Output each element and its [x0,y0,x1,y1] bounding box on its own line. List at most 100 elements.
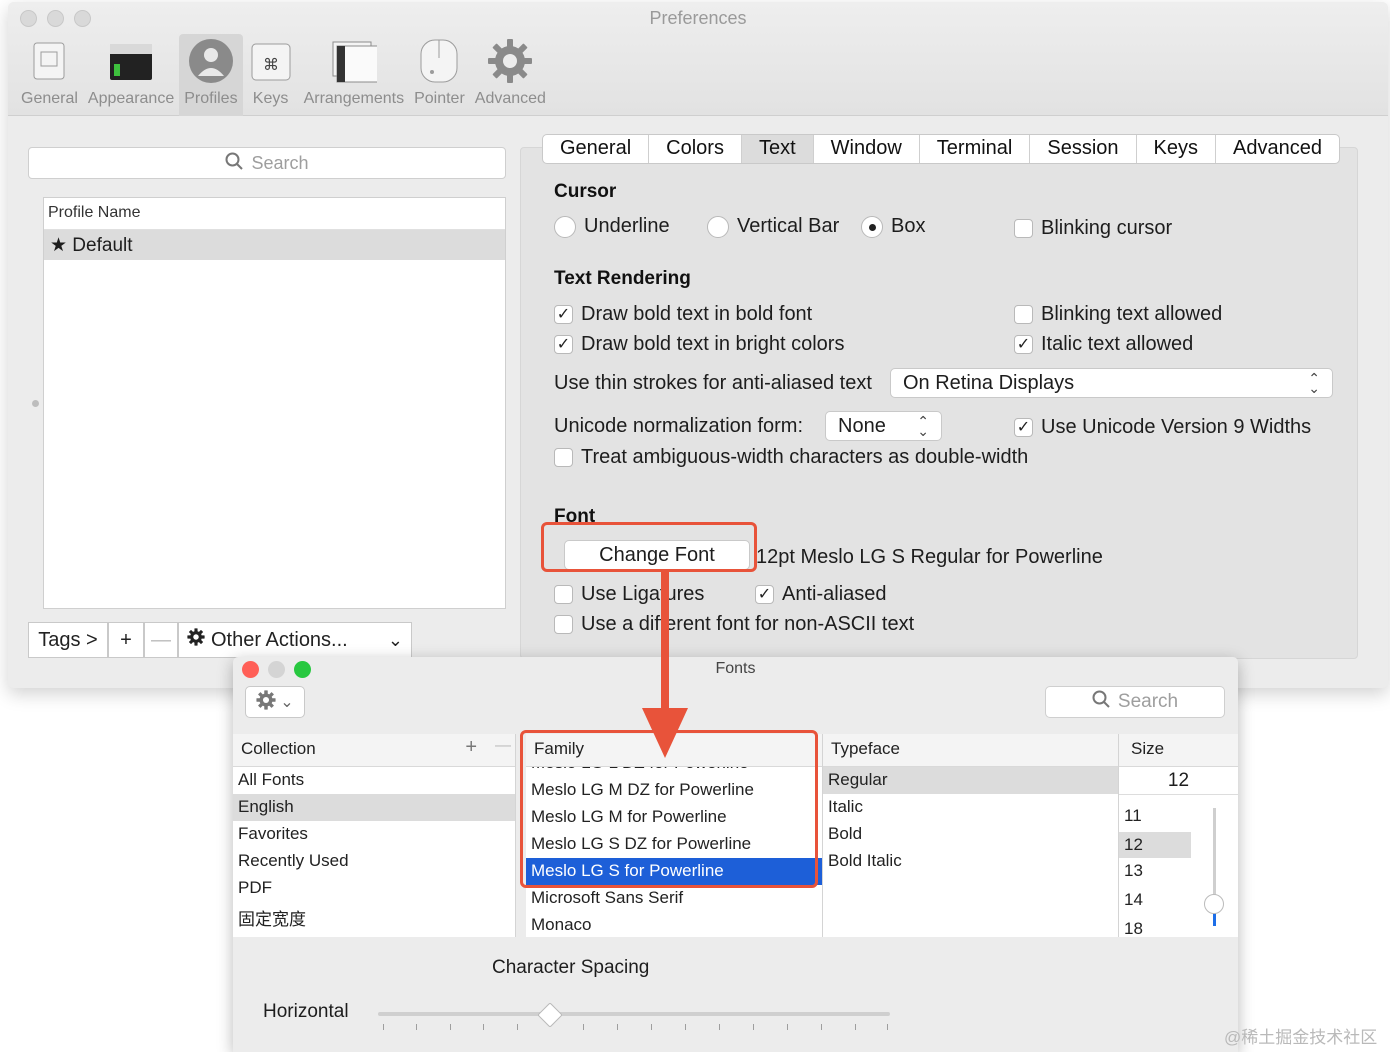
collection-item[interactable]: Recently Used [233,848,515,875]
slider-tick [753,1024,754,1030]
non-ascii-font-checkbox[interactable]: Use a different font for non-ASCII text [554,613,914,636]
unicode-v9-checkbox[interactable]: ✓ Use Unicode Version 9 Widths [1014,416,1311,439]
slider-tick [383,1024,384,1030]
size-slider-thumb[interactable] [1204,894,1224,914]
profile-name-header[interactable]: Profile Name [44,198,505,230]
tab-window[interactable]: Window [814,135,920,163]
italic-text-checkbox[interactable]: ✓ Italic text allowed [1014,333,1193,356]
collection-item[interactable]: PDF [233,875,515,902]
collection-item[interactable]: Favorites [233,821,515,848]
draw-bold-bright-checkbox[interactable]: ✓ Draw bold text in bright colors [554,333,844,356]
tab-general[interactable]: General [543,135,650,163]
size-item-selected[interactable]: 12 [1119,832,1191,858]
arrangements-icon [331,38,380,84]
radio-label: Underline [584,215,670,237]
checkbox [554,585,573,604]
toolbar-keys[interactable]: ⌘ Keys [243,34,299,116]
other-actions-menu[interactable]: Other Actions... ⌄ [178,622,412,658]
typeface-column: Typeface Regular Italic Bold Bold Italic [823,734,1119,937]
toolbar-advanced[interactable]: Advanced [470,34,551,116]
profile-row-default[interactable]: ★ Default [44,230,505,260]
profile-search-input[interactable]: Search [28,147,506,179]
size-item[interactable]: 13 [1119,858,1238,887]
cursor-underline-radio[interactable]: Underline [554,215,670,238]
updown-chevron-icon: ⌃ ⌄ [1308,370,1320,396]
toolbar-label: Arrangements [303,90,405,107]
preferences-titlebar: Preferences General Appearance Profiles [8,2,1388,116]
radio-label: Box [891,215,926,237]
collection-item-selected[interactable]: English [233,794,515,821]
collection-item[interactable]: 现代 [233,929,515,937]
toolbar-label: Profiles [184,90,238,107]
toolbar-pointer[interactable]: Pointer [409,34,470,116]
horizontal-spacing-slider[interactable] [378,1012,890,1016]
slider-tick [483,1024,484,1030]
family-item[interactable]: Meslo LG M DZ for Powerline [526,777,822,804]
checkbox-label: Blinking cursor [1041,217,1173,239]
remove-profile-button[interactable]: — [144,622,178,658]
checkbox-checked: ✓ [755,585,774,604]
family-item[interactable]: Meslo LG M for Powerline [526,804,822,831]
tab-keys[interactable]: Keys [1137,135,1216,163]
family-item-selected[interactable]: Meslo LG S for Powerline [526,858,822,885]
collection-item[interactable]: All Fonts [233,767,515,794]
tab-text[interactable]: Text [741,135,814,163]
advanced-gear-icon [487,38,533,84]
toolbar-appearance[interactable]: Appearance [83,34,179,116]
panel-divider-handle[interactable] [32,400,39,407]
unicode-normalization-select[interactable]: None ⌃ ⌄ [825,411,942,441]
toolbar-general[interactable]: General [16,34,83,116]
change-font-button[interactable]: Change Font [564,540,750,570]
cursor-vertical-bar-radio[interactable]: Vertical Bar [707,215,839,238]
slider-tick [583,1024,584,1030]
toolbar-label: Appearance [87,90,175,107]
tab-colors[interactable]: Colors [649,135,742,163]
remove-collection-button[interactable]: — [495,737,511,755]
collection-item[interactable]: 固定宽度 [233,902,515,929]
fonts-search-input[interactable]: Search [1045,686,1225,718]
blinking-text-checkbox[interactable]: Blinking text allowed [1014,303,1222,326]
toolbar-arrangements[interactable]: Arrangements [299,34,410,116]
draw-bold-font-checkbox[interactable]: ✓ Draw bold text in bold font [554,303,812,326]
cursor-box-radio[interactable]: Box [861,215,925,238]
typeface-item[interactable]: Italic [823,794,1118,821]
size-item[interactable]: 18 [1119,916,1238,937]
profile-tabs: General Colors Text Window Terminal Sess… [542,134,1340,164]
cursor-section-title: Cursor [554,181,617,202]
family-item[interactable]: Meslo LG S DZ for Powerline [526,831,822,858]
typeface-item[interactable]: Bold [823,821,1118,848]
blinking-cursor-checkbox[interactable]: Blinking cursor [1014,217,1172,240]
toolbar-profiles[interactable]: Profiles [179,34,243,116]
radio-label: Vertical Bar [737,215,840,237]
size-input[interactable]: 12 [1119,767,1238,795]
add-profile-button[interactable]: + [108,622,144,658]
checkbox-label: Draw bold text in bright colors [581,333,845,355]
select-value: On Retina Displays [903,371,1075,394]
unicode-normalization-label: Unicode normalization form: [554,415,803,437]
toolbar-label: Advanced [474,90,546,107]
tab-session[interactable]: Session [1030,135,1137,163]
tab-terminal[interactable]: Terminal [920,135,1031,163]
thin-strokes-select[interactable]: On Retina Displays ⌃ ⌄ [890,368,1333,398]
family-item[interactable]: Microsoft Sans Serif [526,885,822,912]
slider-tick [617,1024,618,1030]
current-font-label: 12pt Meslo LG S Regular for Powerline [756,546,1103,568]
anti-aliased-checkbox[interactable]: ✓ Anti-aliased [755,583,887,606]
fonts-action-menu[interactable]: ⌄ [245,686,305,718]
tab-advanced[interactable]: Advanced [1216,135,1339,163]
checkbox-label: Draw bold text in bold font [581,303,813,325]
tags-button[interactable]: Tags > [28,622,108,658]
typeface-item-selected[interactable]: Regular [823,767,1118,794]
ambiguous-width-checkbox[interactable]: Treat ambiguous-width characters as doub… [554,446,1028,469]
horizontal-spacing-thumb[interactable] [537,1002,563,1028]
fonts-window-title: Fonts [715,660,756,677]
typeface-item[interactable]: Bold Italic [823,848,1118,875]
checkbox-checked: ✓ [554,305,573,324]
size-item[interactable]: 11 [1119,803,1238,832]
checkbox-label: Anti-aliased [782,583,887,605]
column-title: Collection [241,739,316,758]
add-collection-button[interactable]: + [465,736,477,759]
family-item[interactable]: Monaco [526,912,822,937]
keys-icon: ⌘ [248,38,294,84]
slider-tick [719,1024,720,1030]
